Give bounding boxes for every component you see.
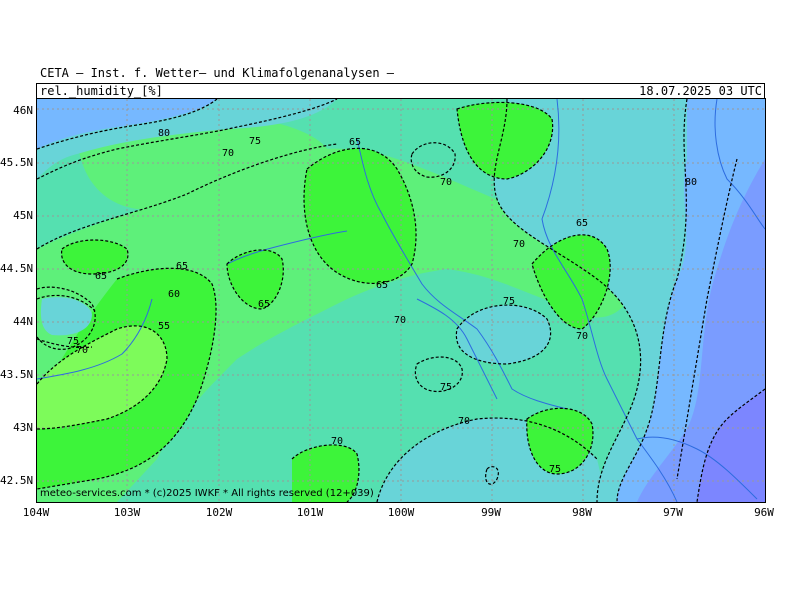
contour-label: 65: [95, 271, 107, 282]
valid-time: 18.07.2025 03 UTC: [639, 84, 762, 98]
contour-label: 80: [685, 177, 697, 188]
contour-label: 65: [376, 280, 388, 291]
contour-label: 70: [513, 239, 525, 250]
lat-tick-46n: 46N: [13, 104, 33, 117]
lat-tick-44n: 44N: [13, 315, 33, 328]
lon-tick-98w: 98W: [572, 506, 592, 519]
lon-tick-100w: 100W: [387, 506, 415, 519]
contour-label: 70: [76, 345, 88, 356]
contour-label: 65: [349, 137, 361, 148]
contour-label: 70: [222, 148, 234, 159]
lon-tick-99w: 99W: [481, 506, 501, 519]
copyright-notice: meteo-services.com * (c)2025 IWKF * All …: [40, 488, 374, 499]
contour-label: 75: [249, 136, 261, 147]
contour-label: 65: [176, 261, 188, 272]
contour-label: 55: [158, 321, 170, 332]
humidity-map: 80 75 70 65 65 65 65 60 55 75 70 65 70 70 75 70 75 80 65 70…: [36, 98, 766, 503]
contour-label: 75: [440, 382, 452, 393]
lat-tick-45-5n: 45.5N: [0, 156, 34, 169]
lon-tick-97w: 97W: [663, 506, 683, 519]
lat-tick-42-5n: 42.5N: [0, 474, 34, 487]
contour-label: 75: [549, 464, 561, 475]
contour-label: 60: [168, 289, 180, 300]
lon-tick-102w: 102W: [205, 506, 233, 519]
lat-tick-43n: 43N: [13, 421, 33, 434]
lon-tick-103w: 103W: [113, 506, 141, 519]
contour-label: 80: [158, 128, 170, 139]
lon-tick-96w: 96W: [754, 506, 774, 519]
lat-tick-44-5n: 44.5N: [0, 262, 34, 275]
lat-tick-43-5n: 43.5N: [0, 368, 34, 381]
contour-label: 70: [458, 416, 470, 427]
contour-label: 75: [503, 296, 515, 307]
contour-label: 65: [258, 299, 270, 310]
lat-tick-45n: 45N: [13, 209, 33, 222]
contour-label: 70: [394, 315, 406, 326]
contour-label: 70: [440, 177, 452, 188]
contour-label: 70: [576, 331, 588, 342]
map-title: CETA — Inst. f. Wetter— und Klimafolgena…: [40, 66, 395, 80]
contour-label: 70: [331, 436, 343, 447]
contour-label: 65: [576, 218, 588, 229]
variable-label: rel._humidity_[%]: [40, 84, 163, 98]
lon-tick-104w: 104W: [22, 506, 50, 519]
lon-tick-101w: 101W: [296, 506, 324, 519]
